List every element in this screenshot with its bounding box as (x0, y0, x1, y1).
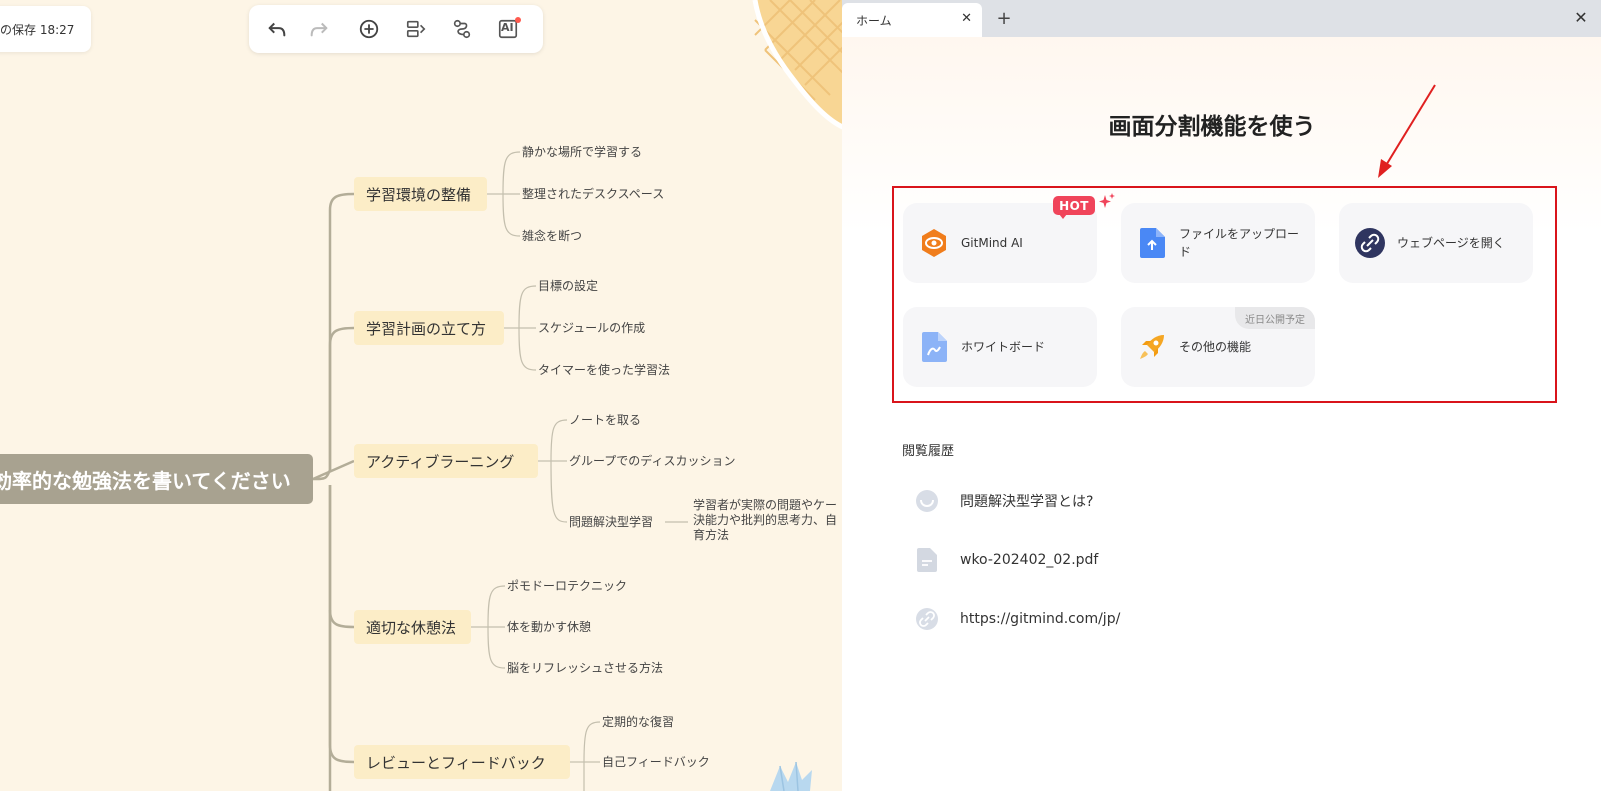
card-label: ファイルをアップロード (1179, 227, 1300, 259)
file-upload-icon (1137, 228, 1167, 258)
link-icon (914, 606, 940, 632)
branch-label: アクティブラーニング (366, 452, 515, 471)
save-status: の保存 18:27 (0, 6, 91, 52)
leaf-detail-line: 学習者が実際の問題やケー (693, 498, 838, 512)
panel-content: 画面分割機能を使う GitMind AI HOT ファイルをアップロード ウェブ… (842, 37, 1601, 791)
rocket-icon (1137, 332, 1167, 362)
notification-dot (515, 17, 521, 23)
history-item[interactable]: 問題解決型学習とは? (902, 481, 1522, 521)
branch-label: 学習環境の整備 (366, 185, 472, 204)
branch-label: 適切な休憩法 (366, 618, 457, 637)
mindmap-canvas[interactable]: の保存 18:27 AI 効率的な勉強法を書いてください 学習環境の整備 静かな… (0, 0, 842, 791)
chat-icon (914, 488, 940, 514)
gitmind-ai-icon (919, 228, 949, 258)
other-features-card[interactable]: その他の機能 近日公開予定 (1121, 307, 1315, 387)
history-label: https://gitmind.com/jp/ (960, 611, 1121, 627)
leaf-node[interactable]: 脳をリフレッシュさせる方法 (507, 660, 663, 676)
card-label: ウェブページを開く (1397, 236, 1505, 250)
leaf-detail-node[interactable]: 学習者が実際の問題やケー 決能力や批判的思考力、自 育方法 (693, 498, 842, 543)
sparkle-icon (1099, 193, 1115, 208)
mindmap-connectors (312, 151, 688, 791)
leaf-node[interactable]: 体を動かす休憩 (507, 619, 591, 635)
history-label: 問題解決型学習とは? (960, 494, 1094, 510)
branch-node[interactable]: アクティブラーニング (354, 444, 538, 478)
new-tab-button[interactable]: + (992, 6, 1016, 30)
branch-node[interactable]: レビューとフィードバック (354, 745, 570, 779)
branch-label: 学習計画の立て方 (366, 319, 487, 338)
branch-node[interactable]: 適切な休憩法 (354, 610, 471, 644)
file-upload-card[interactable]: ファイルをアップロード (1121, 203, 1315, 283)
leaf-node[interactable]: タイマーを使った学習法 (538, 362, 670, 378)
whiteboard-card[interactable]: ホワイトボード (903, 307, 1097, 387)
tab-home-label: ホーム (856, 13, 892, 28)
coming-soon-badge: 近日公開予定 (1235, 307, 1315, 329)
undo-icon (268, 22, 286, 37)
root-node[interactable]: 効率的な勉強法を書いてください (0, 454, 313, 504)
leaf-node[interactable]: 雑念を断つ (522, 228, 582, 244)
branch-label: レビューとフィードバック (366, 753, 546, 772)
connect-icon (453, 19, 471, 39)
history-item[interactable]: https://gitmind.com/jp/ (902, 599, 1522, 639)
tab-home[interactable]: ホーム ✕ (842, 3, 982, 37)
save-status-text: の保存 18:27 (0, 22, 75, 37)
leaf-detail-line: 育方法 (693, 528, 730, 542)
card-label: その他の機能 (1179, 340, 1252, 354)
ai-button[interactable]: AI (495, 16, 521, 42)
add-node-button[interactable] (356, 16, 382, 42)
leaf-node[interactable]: グループでのディスカッション (569, 453, 735, 469)
history-label: wko-202402_02.pdf (960, 552, 1099, 568)
leaf-node[interactable]: スケジュールの作成 (538, 320, 645, 336)
connect-button[interactable] (449, 16, 475, 42)
add-node-icon (359, 19, 379, 39)
gitmind-ai-card[interactable]: GitMind AI HOT (903, 193, 1115, 283)
hot-badge: HOT (1053, 196, 1095, 219)
leaf-node[interactable]: 問題解決型学習 (569, 514, 653, 530)
panel-title: 画面分割機能を使う (1108, 114, 1316, 140)
redo-icon (310, 22, 328, 37)
annotation-arrow (1378, 84, 1436, 178)
toolbar: AI (249, 5, 543, 53)
close-panel-button[interactable]: ✕ (1569, 5, 1593, 29)
history-item[interactable]: wko-202402_02.pdf (902, 540, 1522, 580)
history-title: 閲覧履歴 (902, 444, 955, 459)
leaf-node[interactable]: 静かな場所で学習する (522, 144, 642, 160)
split-panel: ホーム ✕ + ✕ 画面分割機能を使う GitMind AI HOT ファイルを… (842, 0, 1601, 791)
leaf-node[interactable]: ノートを取る (569, 412, 641, 428)
leaf-detail-line: 決能力や批判的思考力、自 (693, 513, 838, 527)
root-node-text: 効率的な勉強法を書いてください (0, 468, 291, 493)
undo-button[interactable] (264, 16, 290, 42)
link-icon (1355, 228, 1385, 258)
ai-button-label: AI (501, 21, 514, 34)
leaf-node[interactable]: 目標の設定 (538, 278, 598, 294)
branch-node[interactable]: 学習環境の整備 (354, 177, 487, 211)
layout-icon (406, 20, 426, 38)
leaf-node[interactable]: 整理されたデスクスペース (522, 186, 664, 202)
leaf-node[interactable]: 自己フィードバック (602, 754, 710, 770)
leaf-node[interactable]: ポモドーロテクニック (507, 578, 627, 594)
leaf-node[interactable]: 定期的な復習 (602, 714, 674, 730)
tab-close-icon[interactable]: ✕ (961, 11, 972, 26)
tab-bar: ホーム ✕ + ✕ (842, 0, 1601, 37)
card-label: ホワイトボード (961, 340, 1046, 354)
layout-button[interactable] (403, 16, 429, 42)
whiteboard-icon (919, 332, 949, 362)
redo-button[interactable] (306, 16, 332, 42)
card-label: GitMind AI (961, 236, 1023, 250)
open-webpage-card[interactable]: ウェブページを開く (1339, 203, 1533, 283)
branch-node[interactable]: 学習計画の立て方 (354, 311, 504, 345)
document-icon (914, 547, 940, 573)
